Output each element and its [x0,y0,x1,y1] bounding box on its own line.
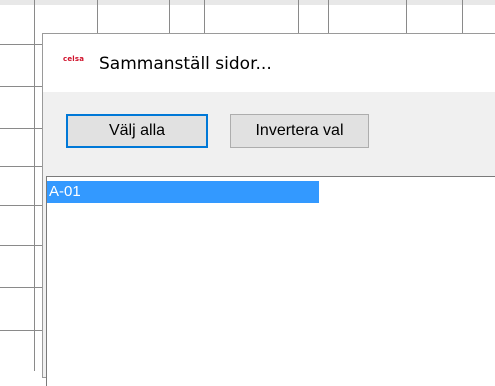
grid-line [0,287,42,288]
grid-line [0,166,42,167]
grid-line [0,44,42,45]
invert-selection-button[interactable]: Invertera val [230,114,369,148]
list-item-label: A-01 [49,183,81,200]
grid-line [0,245,42,246]
grid-line [0,205,42,206]
grid-line [0,128,42,129]
list-item[interactable]: A-01 [47,181,319,203]
celsa-logo-icon: celsa [63,55,85,63]
grid-line [34,0,35,371]
grid-line [0,330,42,331]
grid-header-strip [0,0,495,5]
select-all-button[interactable]: Välj alla [66,114,208,148]
pages-listbox[interactable]: A-01 [46,176,495,386]
compile-pages-dialog: celsa Sammanställ sidor... Välj alla Inv… [42,33,495,386]
grid-line [0,86,42,87]
dialog-title: Sammanställ sidor... [99,54,272,74]
dialog-titlebar[interactable]: celsa Sammanställ sidor... [43,34,495,92]
